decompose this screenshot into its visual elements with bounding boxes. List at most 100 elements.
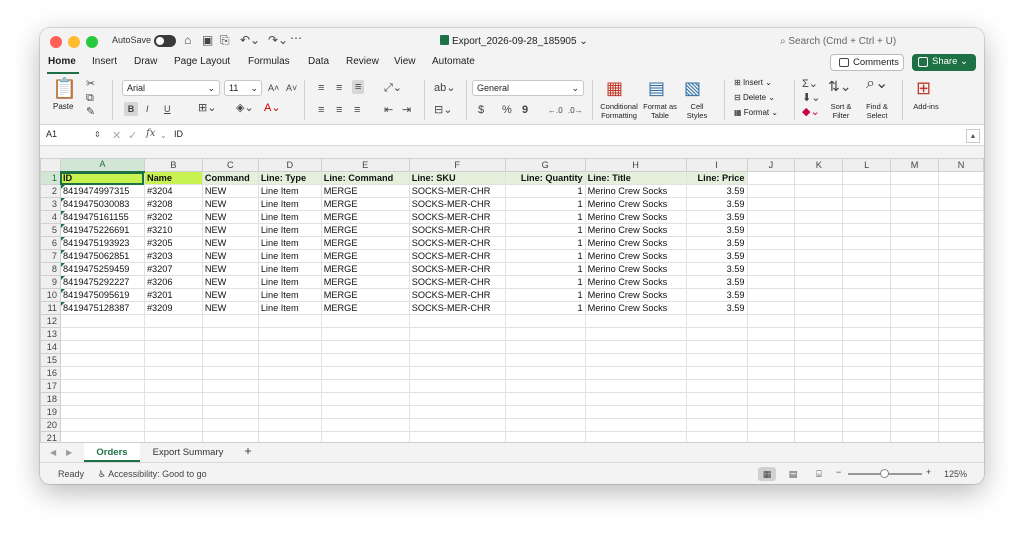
row-header[interactable]: 7 xyxy=(40,249,61,263)
cell[interactable] xyxy=(746,301,796,315)
cell[interactable]: MERGE xyxy=(320,249,410,263)
zoom-slider-knob[interactable] xyxy=(880,469,889,478)
row-header[interactable]: 9 xyxy=(40,275,61,289)
cell[interactable] xyxy=(746,288,796,302)
cell[interactable] xyxy=(504,392,586,406)
cell-table[interactable]: A B C D E F G H I J K L M N 1 ID Name Comma… xyxy=(40,158,984,442)
cell[interactable]: 1 xyxy=(504,275,586,289)
cell[interactable] xyxy=(842,184,892,198)
cell[interactable] xyxy=(143,418,203,432)
cell[interactable]: MERGE xyxy=(320,197,410,211)
format-as-table-icon[interactable]: ▤ xyxy=(648,78,665,98)
cell[interactable] xyxy=(685,340,748,354)
align-bottom-icon[interactable]: ≡ xyxy=(352,80,365,94)
cell[interactable] xyxy=(794,314,844,328)
cell[interactable]: 1 xyxy=(504,301,586,315)
cell[interactable]: MERGE xyxy=(320,288,410,302)
cell[interactable] xyxy=(584,327,687,341)
header-cell[interactable]: Name xyxy=(143,171,203,185)
cell[interactable] xyxy=(201,366,259,380)
clear-icon[interactable]: ◆⌄ xyxy=(802,106,820,118)
cell[interactable] xyxy=(143,327,203,341)
cell-styles-label[interactable]: Cell Styles xyxy=(684,102,710,120)
column-header-c[interactable]: C xyxy=(201,158,259,172)
insert-function-button[interactable]: fx xyxy=(146,128,155,139)
cell[interactable] xyxy=(685,405,748,419)
find-select-label[interactable]: Find & Select xyxy=(862,102,892,120)
delete-cells-button[interactable]: ⊟ Delete ⌄ xyxy=(734,93,775,102)
cell[interactable] xyxy=(746,223,796,237)
cell[interactable]: 8419475095619 xyxy=(59,288,145,302)
cell[interactable] xyxy=(685,353,748,367)
cell[interactable]: MERGE xyxy=(320,236,410,250)
row-header[interactable]: 18 xyxy=(40,392,61,406)
cell[interactable] xyxy=(938,431,984,442)
align-right-icon[interactable]: ≡ xyxy=(354,104,360,116)
scroll-sheets-left-icon[interactable]: ◀ xyxy=(50,447,56,459)
bold-button[interactable]: B xyxy=(124,102,138,116)
row-header[interactable]: 17 xyxy=(40,379,61,393)
cell[interactable] xyxy=(504,327,586,341)
cell[interactable] xyxy=(504,405,586,419)
conditional-formatting-icon[interactable]: ▦ xyxy=(606,78,623,98)
name-box-stepper-icon[interactable]: ⇕ xyxy=(94,129,101,141)
cell[interactable] xyxy=(794,379,844,393)
cell[interactable]: 3.59 xyxy=(685,236,748,250)
cell[interactable] xyxy=(59,366,145,380)
cell[interactable] xyxy=(143,392,203,406)
cell[interactable] xyxy=(746,353,796,367)
row-header[interactable]: 12 xyxy=(40,314,61,328)
cell[interactable] xyxy=(842,171,892,185)
cell[interactable] xyxy=(320,392,410,406)
column-header-h[interactable]: H xyxy=(584,158,687,172)
fill-icon[interactable]: ⬇⌄ xyxy=(802,92,820,104)
cell[interactable] xyxy=(685,314,748,328)
minimize-window-button[interactable] xyxy=(68,36,80,48)
cell[interactable]: #3208 xyxy=(143,197,203,211)
tab-data[interactable]: Data xyxy=(308,56,329,67)
cell[interactable] xyxy=(890,353,940,367)
cell[interactable] xyxy=(408,405,506,419)
row-header[interactable]: 8 xyxy=(40,262,61,276)
cell[interactable] xyxy=(685,327,748,341)
cell[interactable] xyxy=(257,366,322,380)
cell[interactable] xyxy=(890,301,940,315)
cell[interactable] xyxy=(938,210,984,224)
cell[interactable] xyxy=(408,366,506,380)
cell[interactable] xyxy=(842,236,892,250)
cell[interactable] xyxy=(890,327,940,341)
cell[interactable] xyxy=(59,431,145,442)
cell[interactable]: 1 xyxy=(504,197,586,211)
align-center-icon[interactable]: ≡ xyxy=(336,104,342,116)
cell[interactable] xyxy=(320,340,410,354)
cell[interactable] xyxy=(794,210,844,224)
cell[interactable] xyxy=(59,327,145,341)
cell[interactable] xyxy=(746,379,796,393)
tab-formulas[interactable]: Formulas xyxy=(248,56,290,67)
page-break-view-button[interactable]: ⌸ xyxy=(810,467,828,481)
cancel-icon[interactable]: ✕ xyxy=(112,130,121,142)
cell[interactable] xyxy=(320,327,410,341)
align-left-icon[interactable]: ≡ xyxy=(318,104,324,116)
cell[interactable]: 1 xyxy=(504,288,586,302)
tab-page-layout[interactable]: Page Layout xyxy=(174,56,230,67)
cell[interactable] xyxy=(746,314,796,328)
column-header-a[interactable]: A xyxy=(59,158,145,173)
cell[interactable]: 8419475030083 xyxy=(59,197,145,211)
sort-filter-label[interactable]: Sort & Filter xyxy=(826,102,856,120)
cell[interactable] xyxy=(938,184,984,198)
cell[interactable] xyxy=(938,262,984,276)
cell[interactable]: SOCKS-MER-CHR xyxy=(408,301,506,315)
column-header-m[interactable]: M xyxy=(890,158,940,172)
cell[interactable]: 3.59 xyxy=(685,197,748,211)
cell[interactable] xyxy=(143,431,203,442)
row-header[interactable]: 19 xyxy=(40,405,61,419)
header-cell[interactable]: Line: Price xyxy=(685,171,748,185)
cell[interactable]: SOCKS-MER-CHR xyxy=(408,288,506,302)
cell[interactable] xyxy=(890,184,940,198)
increase-indent-icon[interactable]: ⇥ xyxy=(402,104,411,116)
cell[interactable] xyxy=(890,392,940,406)
cut-icon[interactable]: ✂ xyxy=(86,78,95,90)
cell[interactable] xyxy=(890,379,940,393)
tab-insert[interactable]: Insert xyxy=(92,56,117,67)
